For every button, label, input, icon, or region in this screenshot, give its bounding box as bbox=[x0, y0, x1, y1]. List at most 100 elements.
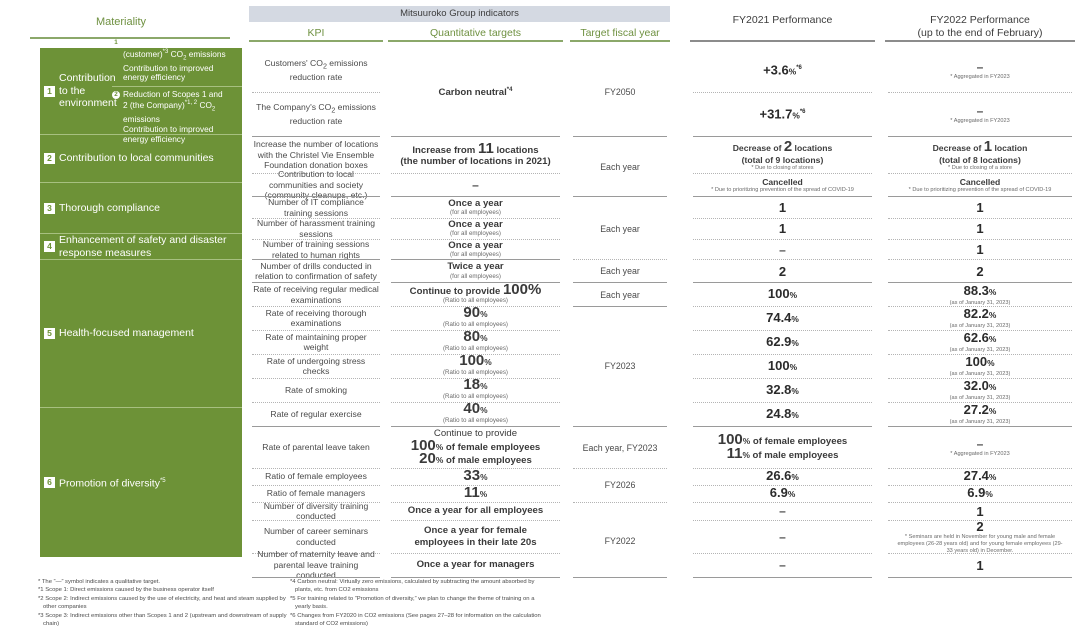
rule-kpi bbox=[249, 40, 383, 42]
fy2021-cell-3: Cancelled * Due to prioritizing preventi… bbox=[690, 173, 875, 197]
quantitative-target-cell-0: Carbon neutral*4 bbox=[388, 48, 563, 136]
fy2022-cell-13: 27.2% (as of January 31, 2023) bbox=[885, 402, 1075, 426]
qt-sub-13: (Ratio to all employees) bbox=[443, 416, 508, 424]
qt-text-0: Carbon neutral*4 bbox=[438, 87, 513, 99]
kpi-text-14: Rate of parental leave taken bbox=[262, 442, 370, 453]
fy2021-value-5: 1 bbox=[778, 221, 787, 236]
fy2022-cell-11: 100% (as of January 31, 2023) bbox=[885, 354, 1075, 378]
qt-text-14-line1: Continue to provide bbox=[433, 428, 518, 440]
qt-text-11: 100% bbox=[459, 352, 492, 370]
kpi-cell-12: Rate of smoking bbox=[249, 378, 383, 402]
kpi-cell-13: Rate of regular exercise bbox=[249, 402, 383, 426]
fy2022-cell-9: 82.2% (as of January 31, 2023) bbox=[885, 306, 1075, 330]
fy2021-cell-12: 32.8% bbox=[690, 378, 875, 402]
materiality-block-3[interactable]: 3 Thorough compliance bbox=[40, 183, 242, 234]
column-header-fy2022-performance: FY2022 Performance (up to the end of Feb… bbox=[885, 14, 1075, 40]
fy2022-note-2: * Due to closing of a store bbox=[947, 165, 1013, 171]
materiality-block-4[interactable]: 4 Enhancement of safety and disaster res… bbox=[40, 234, 242, 260]
qt-text-12: 18% bbox=[463, 376, 488, 394]
qt-sub-5: (for all employees) bbox=[450, 230, 501, 238]
footnotes-right: *4 Carbon neutral: Virtually zero emissi… bbox=[290, 578, 545, 628]
qt-text-5: Once a year bbox=[448, 218, 503, 230]
kpi-cell-8: Rate of receiving regular medical examin… bbox=[249, 283, 383, 306]
quantitative-target-cell-9: 90% (Ratio to all employees) bbox=[388, 304, 563, 330]
fy2021-cell-4: 1 bbox=[690, 197, 875, 218]
fy2021-cell-13: 24.8% bbox=[690, 402, 875, 426]
qt-text-14-line3: 20% of male employees bbox=[419, 450, 532, 468]
kpi-text-13: Rate of regular exercise bbox=[270, 408, 362, 419]
materiality-number-4: 4 bbox=[44, 241, 55, 252]
materiality-label-1: Contribution to the environment bbox=[59, 72, 117, 110]
fy2022-note-14: * Aggregated in FY2023 bbox=[950, 451, 1010, 457]
footnotes-left: * The “—” symbol indicates a qualitative… bbox=[38, 578, 288, 628]
materiality-block-6[interactable]: 6 Promotion of diversity*5 bbox=[40, 408, 242, 557]
fy2022-value-19: 1 bbox=[976, 557, 984, 573]
fy2022-note-10: (as of January 31, 2023) bbox=[949, 347, 1011, 353]
fy2022-header-line2: (up to the end of February) bbox=[917, 27, 1043, 39]
qt-text-4: Once a year bbox=[448, 197, 503, 209]
fy2021-value-1: +31.7%*6 bbox=[759, 106, 806, 122]
quantitative-target-cell-19: Once a year for managers bbox=[388, 553, 563, 577]
kpi-cell-1: The Company's CO2 emissions reduction rat… bbox=[249, 92, 383, 136]
fy2022-value-18: 2 bbox=[976, 518, 984, 534]
quantitative-target-cell-3: – bbox=[388, 173, 563, 197]
qt-sub-4: (for all employees) bbox=[450, 209, 501, 217]
qt-text-8: Continue to provide 100% bbox=[409, 280, 542, 298]
target-fiscal-year-cell-4: Each year bbox=[570, 197, 670, 260]
fy2021-value-10: 62.9% bbox=[766, 333, 799, 349]
fy2022-cell-2: Decrease of 1 location (total of 8 locati… bbox=[885, 137, 1075, 173]
materiality-number-5: 5 bbox=[44, 328, 55, 339]
fy2022-cell-14: – * Aggregated in FY2023 bbox=[885, 427, 1075, 468]
fy2022-note-9: (as of January 31, 2023) bbox=[949, 323, 1011, 329]
materiality-block-1[interactable]: 1 Contribution to the environment 1 Redu… bbox=[40, 37, 242, 143]
fy2021-note-2: * Due to closing of stores bbox=[751, 165, 814, 171]
fy2021-cell-16: 6.9% bbox=[690, 485, 875, 502]
kpi-text-7: Number of drills conducted in relation t… bbox=[255, 260, 377, 282]
fy2021-cell-5: 1 bbox=[690, 218, 875, 239]
fy2022-value-15: 27.4% bbox=[963, 468, 997, 483]
qt-text-9: 90% bbox=[463, 304, 488, 322]
sustainability-kpi-table: Mitsuuroko Group indicators Materiality … bbox=[0, 0, 1084, 641]
footnote-1: *1 Scope 1: Direct emissions caused by t… bbox=[38, 587, 214, 594]
fy2021-value-17: – bbox=[779, 504, 786, 518]
tfy-text-11: FY2023 bbox=[604, 361, 636, 371]
qt-text-7: Twice a year bbox=[447, 261, 504, 273]
qt-text-10: 80% bbox=[463, 328, 488, 346]
fy2022-note-3: * Due to prioritizing prevention of the … bbox=[908, 186, 1052, 193]
fy2021-note-3: * Due to prioritizing prevention of the … bbox=[711, 186, 854, 193]
fy2021-cell-19: – bbox=[690, 553, 875, 577]
materiality-label-6: Promotion of diversity*5 bbox=[59, 477, 166, 490]
footnote-6: *6 Changes from FY2020 in CO2 emissions … bbox=[290, 612, 541, 628]
quantitative-target-cell-5: Once a year (for all employees) bbox=[388, 218, 563, 239]
kpi-text-0: Customers' CO2 emissions reduction rate bbox=[264, 57, 368, 82]
kpi-cell-2: Increase the number of locations with th… bbox=[249, 137, 383, 173]
qt-text-17: Once a year for all employees bbox=[407, 505, 544, 517]
materiality-block-5[interactable]: 5 Health-focused management bbox=[40, 260, 242, 408]
fy2022-note-1: * Aggregated in FY2023 bbox=[950, 117, 1010, 124]
fy2022-cell-19: 1 bbox=[885, 553, 1075, 577]
fy2022-cell-18: 2 * Seminars are held in November for yo… bbox=[885, 518, 1075, 554]
materiality-label-2: Contribution to local communities bbox=[59, 152, 214, 165]
fy2021-value-3: Cancelled bbox=[762, 176, 803, 187]
rule-target-fiscal-year bbox=[570, 40, 670, 42]
fy2022-value-9: 82.2% bbox=[963, 306, 997, 321]
kpi-text-1: The Company's CO2 emissions reduction rat… bbox=[256, 101, 376, 126]
materiality-block-2[interactable]: 2 Contribution to local communities bbox=[40, 135, 242, 183]
quantitative-target-cell-8: Continue to provide 100% (Ratio to all e… bbox=[388, 280, 563, 306]
fy2022-note-11: (as of January 31, 2023) bbox=[949, 371, 1011, 377]
materiality-number-1: 1 bbox=[44, 85, 55, 97]
fy2021-value-0: +3.6%*6 bbox=[763, 62, 802, 78]
kpi-cell-6: Number of training sessions related to h… bbox=[249, 239, 383, 260]
qt-text-2: Increase from 11 locations (the number of… bbox=[400, 139, 551, 168]
rule-quantitative-targets bbox=[388, 40, 563, 42]
target-fiscal-year-cell-14: Each year, FY2023 bbox=[570, 427, 670, 468]
kpi-text-16: Ratio of female managers bbox=[266, 488, 366, 499]
fy2022-cell-16: 6.9% bbox=[885, 485, 1075, 502]
fy2021-value-2: Decrease of 2 locations (total of 9 locat… bbox=[732, 138, 833, 165]
quantitative-target-cell-17: Once a year for all employees bbox=[388, 502, 563, 520]
kpi-text-10: Rate of maintaining proper weight bbox=[265, 331, 367, 353]
target-fiscal-year-cell-7: Each year bbox=[570, 260, 670, 282]
fy2022-value-5: 1 bbox=[976, 221, 984, 236]
kpi-text-5: Number of harassment training sessions bbox=[257, 218, 375, 239]
fy2022-cell-1: – * Aggregated in FY2023 bbox=[885, 92, 1075, 136]
